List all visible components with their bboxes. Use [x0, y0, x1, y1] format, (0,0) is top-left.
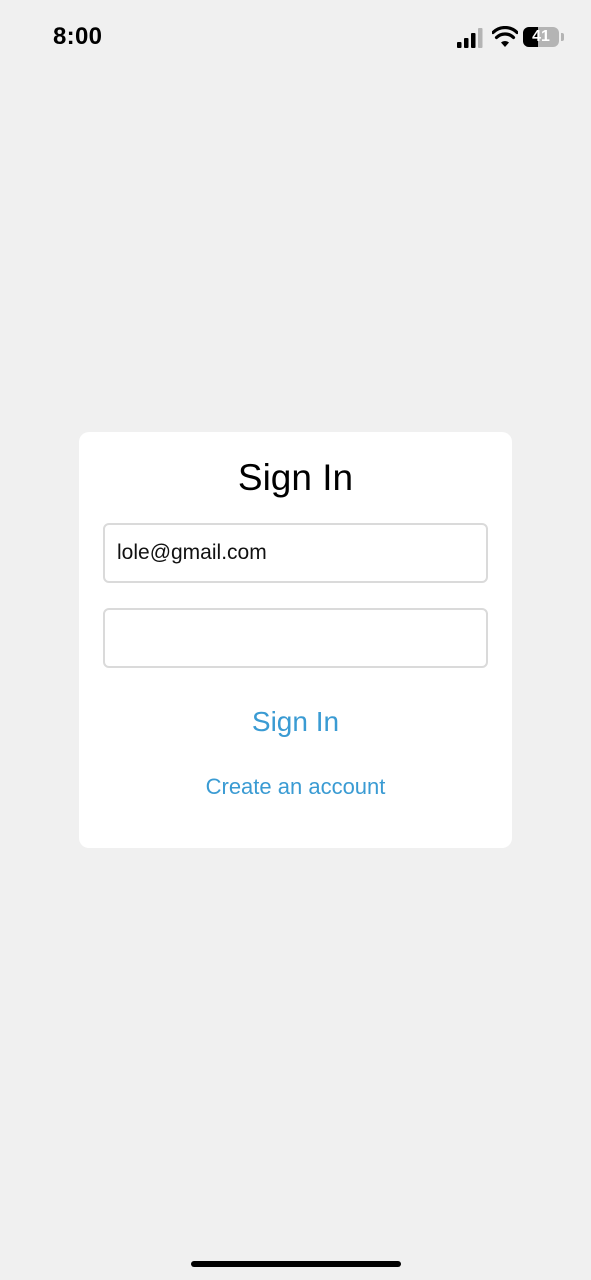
email-field[interactable]: [103, 523, 488, 583]
home-indicator[interactable]: [191, 1261, 401, 1267]
battery-level: 41: [532, 28, 550, 45]
password-field[interactable]: [103, 608, 488, 668]
page-title: Sign In: [237, 457, 354, 498]
create-account-link[interactable]: Create an account: [0, 772, 591, 802]
battery-icon: 41: [523, 26, 565, 48]
status-time: 8:00: [53, 23, 103, 50]
battery-tip: [561, 33, 564, 41]
wifi-icon: [492, 26, 518, 47]
sign-in-button[interactable]: Sign In: [0, 702, 591, 742]
cellular-signal-icon: [457, 28, 483, 48]
status-bar: 8:00 41: [0, 0, 591, 76]
